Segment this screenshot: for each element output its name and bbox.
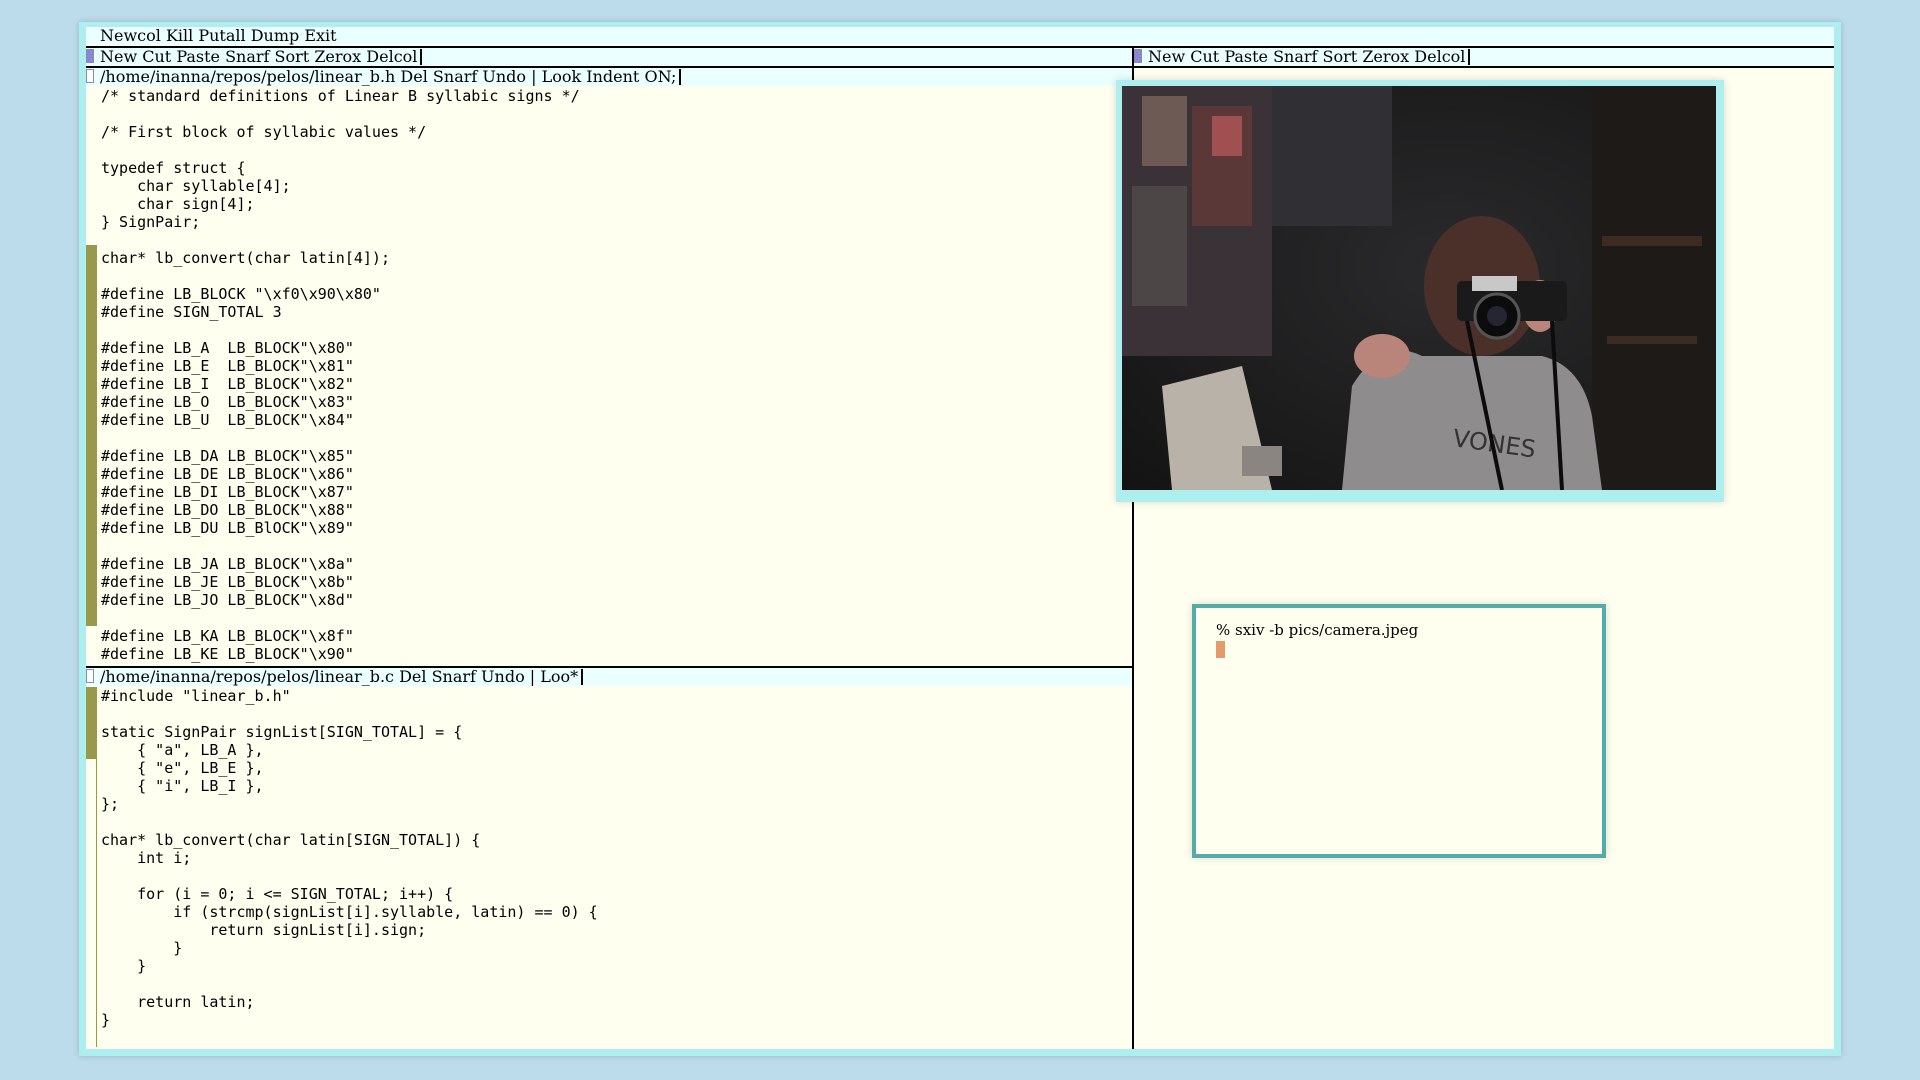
text-cursor bbox=[679, 69, 682, 85]
column-tag-bar[interactable]: Newcol Kill Putall Dump Exit bbox=[86, 27, 1834, 45]
terminal-cursor bbox=[1216, 641, 1225, 658]
left-column-tag-bar[interactable]: New Cut Paste Snarf Sort Zerox Delcol bbox=[86, 48, 1132, 66]
source-scrollbar[interactable] bbox=[86, 759, 97, 1047]
window-handle-square[interactable] bbox=[86, 669, 94, 683]
column-handle-square[interactable] bbox=[1134, 49, 1142, 63]
source-window-tag[interactable]: /home/inanna/repos/pelos/linear_b.c Del … bbox=[100, 668, 584, 686]
right-column-tag[interactable]: New Cut Paste Snarf Sort Zerox Delcol bbox=[1148, 48, 1471, 66]
header-file-body[interactable]: /* standard definitions of Linear B syll… bbox=[101, 87, 580, 663]
text-cursor bbox=[581, 669, 584, 685]
camera-photo: VONES bbox=[1122, 86, 1716, 490]
image-viewer-window[interactable]: VONES bbox=[1116, 80, 1724, 502]
terminal-window[interactable]: % sxiv -b pics/camera.jpeg bbox=[1192, 604, 1606, 858]
text-cursor bbox=[420, 49, 423, 65]
terminal-body[interactable]: % sxiv -b pics/camera.jpeg bbox=[1196, 608, 1602, 854]
source-scrollbar-thumb[interactable] bbox=[86, 687, 97, 759]
header-scrollbar-thumb[interactable] bbox=[86, 245, 97, 626]
terminal-command-line: % sxiv -b pics/camera.jpeg bbox=[1216, 621, 1419, 639]
text-cursor bbox=[1468, 49, 1471, 65]
right-column-tag-bar[interactable]: New Cut Paste Snarf Sort Zerox Delcol bbox=[1134, 48, 1834, 66]
column-tag-text[interactable]: Newcol Kill Putall Dump Exit bbox=[100, 27, 337, 45]
left-column-tag[interactable]: New Cut Paste Snarf Sort Zerox Delcol bbox=[100, 48, 423, 66]
header-window-tag[interactable]: /home/inanna/repos/pelos/linear_b.h Del … bbox=[100, 68, 682, 86]
header-window-tag-bar[interactable]: /home/inanna/repos/pelos/linear_b.h Del … bbox=[86, 68, 1132, 86]
source-window-tag-bar[interactable]: /home/inanna/repos/pelos/linear_b.c Del … bbox=[86, 668, 1132, 686]
column-handle-square[interactable] bbox=[86, 49, 94, 63]
window-handle-square[interactable] bbox=[86, 69, 94, 83]
source-file-body[interactable]: #include "linear_b.h" static SignPair si… bbox=[101, 687, 598, 1029]
